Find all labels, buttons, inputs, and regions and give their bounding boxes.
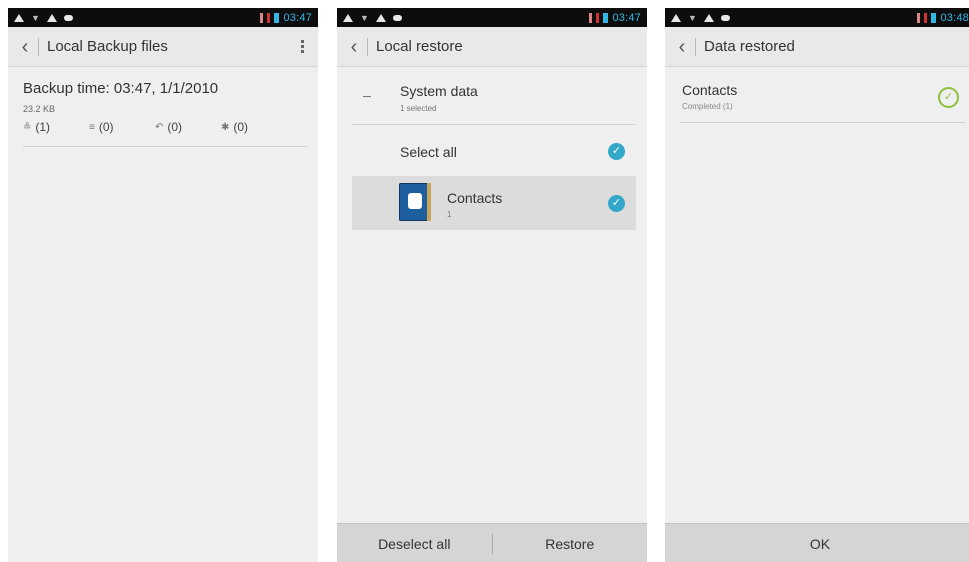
overflow-menu-icon[interactable] <box>301 40 304 53</box>
success-check-icon: ✓ <box>938 87 959 108</box>
battery-icon <box>931 12 937 23</box>
divider <box>38 37 39 56</box>
page-title: Local restore <box>376 38 463 55</box>
usb-icon <box>260 12 264 23</box>
contacts-app-icon <box>399 183 431 221</box>
stat-call-log: ↶ (0) <box>155 120 183 134</box>
back-icon[interactable]: ‹ <box>14 37 36 57</box>
list-item-contacts[interactable]: Contacts 1 ✓ <box>352 176 636 230</box>
wifi-icon: ▼ <box>31 12 40 23</box>
group-subtitle: 1 selected <box>400 104 437 113</box>
status-time: 03:48 <box>940 11 969 24</box>
warning-icon <box>46 13 57 22</box>
messages-icon: ≡ <box>89 121 95 133</box>
ok-button[interactable]: OK <box>665 536 969 552</box>
group-title: System data <box>400 83 478 99</box>
warning-icon <box>671 13 681 22</box>
page-title: Data restored <box>704 38 795 55</box>
warning-icon <box>375 13 386 22</box>
action-bar: ‹ Data restored <box>665 27 969 67</box>
usb-icon <box>589 12 593 23</box>
item-name: Contacts <box>447 190 503 206</box>
message-icon <box>720 14 730 21</box>
result-title: Contacts <box>682 82 738 98</box>
status-bar: ▼ 03:47 <box>8 8 318 27</box>
restore-button[interactable]: Restore <box>493 536 648 552</box>
status-time: 03:47 <box>283 11 312 24</box>
battery-icon <box>603 12 609 23</box>
divider <box>367 37 368 56</box>
contacts-icon: ≗ <box>23 121 32 133</box>
stat-messages: ≡ (0) <box>89 120 114 134</box>
divider <box>23 146 308 147</box>
warning-icon <box>703 13 714 22</box>
divider <box>680 122 965 123</box>
select-all-label: Select all <box>400 144 457 160</box>
divider <box>695 37 696 56</box>
call-log-icon: ↶ <box>155 121 164 133</box>
usb-debug-icon <box>267 12 271 23</box>
backup-stats: ≗ (1) ≡ (0) ↶ (0) ✱ (0) <box>23 120 287 134</box>
local-restore-screen: ▼ 03:47 ‹ Local restore System data 1 se… <box>337 8 647 562</box>
backup-time: Backup time: 03:47, 1/1/2010 <box>23 80 219 97</box>
deselect-all-button[interactable]: Deselect all <box>337 536 492 552</box>
action-bar: ‹ Local restore <box>337 27 647 67</box>
usb-debug-icon <box>596 12 600 23</box>
collapse-icon[interactable] <box>363 96 371 97</box>
back-icon[interactable]: ‹ <box>343 37 365 57</box>
usb-debug-icon <box>924 12 928 23</box>
warning-icon <box>343 13 353 22</box>
stat-contacts: ≗ (1) <box>23 120 51 134</box>
wifi-icon: ▼ <box>688 12 697 23</box>
status-bar: ▼ 03:48 <box>665 8 969 27</box>
select-all-checkbox[interactable]: ✓ <box>608 143 625 160</box>
battery-icon <box>274 12 280 23</box>
apps-icon: ✱ <box>221 121 230 133</box>
result-status: Completed (1) <box>682 102 733 111</box>
contacts-checkbox[interactable]: ✓ <box>608 195 625 212</box>
status-time: 03:47 <box>612 11 641 24</box>
page-title: Local Backup files <box>47 38 168 55</box>
backup-size: 23.2 KB <box>23 104 56 114</box>
warning-icon <box>14 13 24 22</box>
stat-apps: ✱ (0) <box>221 120 249 134</box>
divider <box>352 124 636 125</box>
bottom-action-bar: Deselect all Restore <box>337 523 647 562</box>
back-icon[interactable]: ‹ <box>671 37 693 57</box>
status-bar: ▼ 03:47 <box>337 8 647 27</box>
wifi-icon: ▼ <box>360 12 369 23</box>
local-backup-files-screen: ▼ 03:47 ‹ Local Backup files Backup time… <box>8 8 318 562</box>
bottom-action-bar: OK <box>665 523 969 562</box>
message-icon <box>63 14 73 21</box>
usb-icon <box>917 12 921 23</box>
data-restored-screen: ▼ 03:48 ‹ Data restored Contacts Complet… <box>665 8 969 562</box>
action-bar: ‹ Local Backup files <box>8 27 318 67</box>
item-count: 1 <box>447 210 452 219</box>
message-icon <box>392 14 402 21</box>
